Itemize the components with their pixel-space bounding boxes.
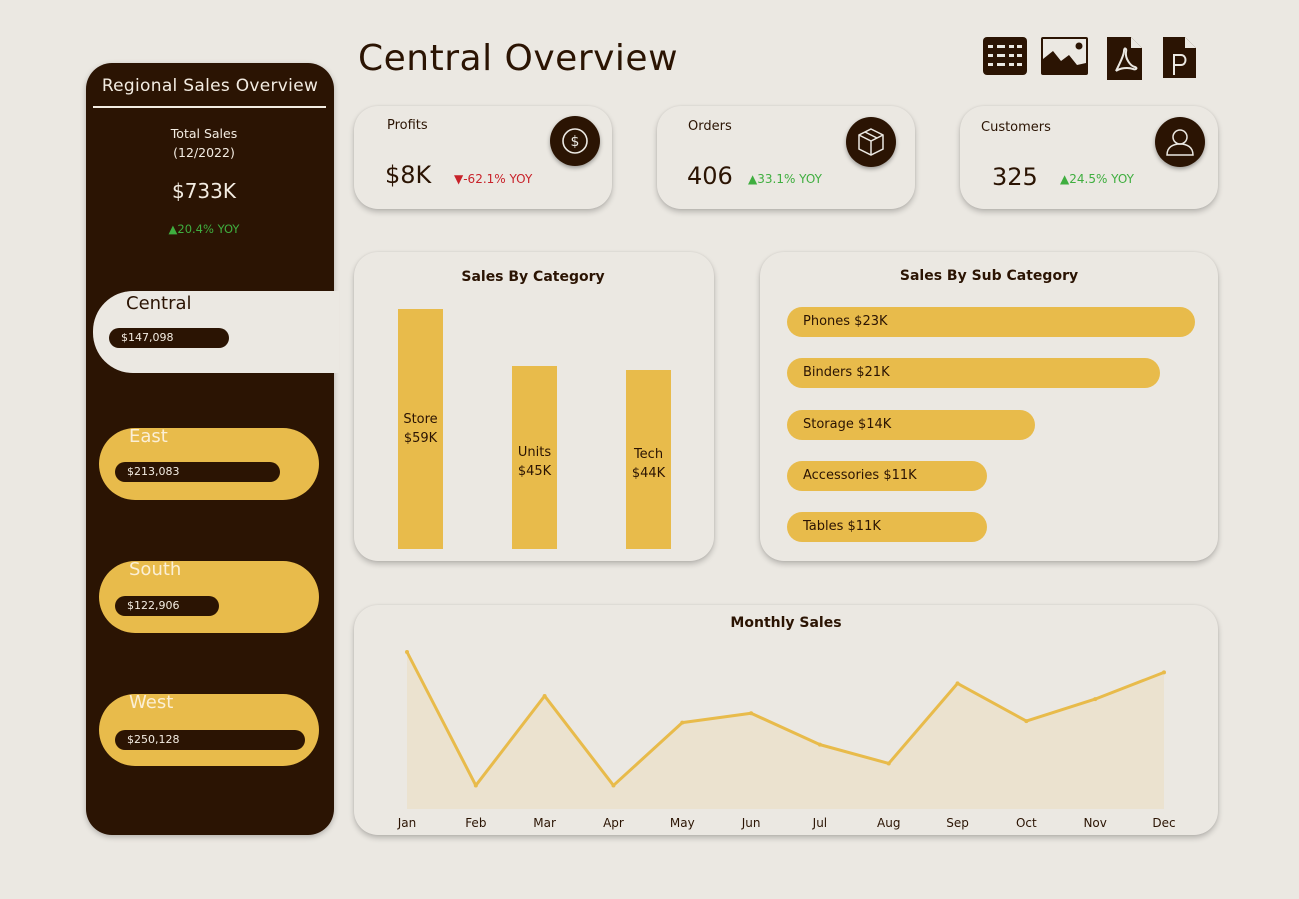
user-icon (1155, 117, 1205, 167)
powerpoint-export-icon[interactable] (1163, 37, 1197, 78)
monthly-sales-point[interactable] (1024, 719, 1029, 724)
region-item-west[interactable]: West $250,128 (99, 692, 319, 766)
monthly-sales-point[interactable] (817, 742, 822, 747)
chart-image-icon[interactable] (1041, 37, 1089, 77)
monthly-sales-chart (405, 650, 1166, 809)
kpi-yoy: ▼-62.1% YOY (454, 172, 533, 186)
total-sales-value: $733K (171, 179, 236, 203)
monthly-sales-point[interactable] (542, 693, 547, 698)
sidebar-divider (93, 106, 326, 108)
kpi-card-profits: Profits $8K ▼-62.1% YOY $ (354, 106, 612, 209)
region-name: South (129, 559, 182, 580)
box-icon (846, 117, 896, 167)
region-sales-bar: $250,128 (115, 730, 305, 750)
kpi-label: Profits (387, 118, 428, 133)
pdf-export-icon[interactable] (1107, 37, 1143, 80)
sub-category-bar[interactable]: Accessories $11K (787, 460, 987, 491)
region-item-south[interactable]: South $122,906 (99, 559, 319, 633)
table-view-icon[interactable] (983, 37, 1027, 77)
region-sales-bar: $147,098 (109, 328, 229, 348)
category-bar-label: Store $59K (403, 411, 438, 446)
month-tick-label: May (669, 816, 695, 830)
month-tick-label: Jan (397, 816, 417, 830)
panel-sales-by-category: Sales By Category Store $59K Units $45K Te… (354, 252, 714, 561)
month-tick-label: Sep (946, 816, 969, 830)
kpi-yoy: ▲33.1% YOY (748, 172, 822, 186)
month-tick-label: Mar (533, 816, 556, 830)
monthly-sales-point[interactable] (611, 783, 616, 788)
region-name: Central (126, 293, 192, 314)
kpi-value: 325 (992, 163, 1038, 191)
month-tick-label: Oct (1015, 816, 1037, 830)
month-tick-label: Feb (465, 816, 487, 830)
kpi-yoy: ▲24.5% YOY (1060, 172, 1134, 186)
region-name: East (129, 426, 168, 447)
month-tick-label: Dec (1152, 816, 1176, 830)
kpi-value: $8K (385, 161, 432, 189)
monthly-sales-point[interactable] (1162, 670, 1166, 675)
total-sales-yoy: ▲20.4% YOY (168, 222, 240, 236)
region-name: West (129, 692, 174, 713)
kpi-card-customers: Customers 325 ▲24.5% YOY (960, 106, 1218, 209)
sub-category-bar[interactable]: Tables $11K (787, 512, 987, 543)
kpi-label: Orders (688, 119, 732, 134)
kpi-value: 406 (687, 162, 733, 190)
region-item-central[interactable]: Central $147,098 (93, 291, 339, 373)
panel-sales-by-sub-category: Sales By Sub Category Phones $23K Binders… (760, 252, 1218, 561)
page-title: Central Overview (358, 38, 679, 79)
panel-monthly-sales: Monthly Sales Jan Feb Mar Apr May Jun Jul Aug Se… (354, 605, 1218, 835)
monthly-sales-point[interactable] (955, 681, 960, 686)
total-sales-label: Total Sales (12/2022) (170, 126, 238, 160)
dollar-icon: $ (550, 116, 600, 166)
region-item-east[interactable]: East $213,083 (99, 426, 319, 500)
kpi-card-orders: Orders 406 ▲33.1% YOY (657, 106, 915, 209)
sidebar-title: Regional Sales Overview (101, 76, 319, 96)
sub-category-bar[interactable]: Phones $23K (787, 307, 1195, 337)
kpi-label: Customers (981, 120, 1051, 135)
category-bar-label: Tech $44K (631, 447, 666, 482)
sub-category-bar[interactable]: Storage $14K (787, 409, 1036, 440)
month-tick-label: Aug (877, 816, 901, 830)
month-tick-label: Jul (812, 816, 828, 830)
region-sales-bar: $213,083 (115, 462, 280, 482)
month-tick-label: Apr (603, 816, 624, 830)
panel-title: Sales By Sub Category (899, 268, 1079, 284)
monthly-sales-point[interactable] (749, 711, 754, 716)
monthly-sales-point[interactable] (1093, 697, 1098, 702)
month-tick-label: Nov (1083, 816, 1107, 830)
monthly-sales-point[interactable] (473, 783, 478, 788)
month-tick-label: Jun (741, 816, 761, 830)
region-sales-bar: $122,906 (115, 596, 219, 616)
monthly-sales-point[interactable] (405, 650, 409, 654)
svg-text:$: $ (571, 134, 580, 150)
monthly-sales-point[interactable] (680, 720, 685, 725)
panel-title: Sales By Category (461, 269, 605, 285)
category-bar-label: Units $45K (517, 444, 552, 479)
sub-category-bar[interactable]: Binders $21K (787, 358, 1160, 389)
monthly-sales-point[interactable] (886, 761, 891, 766)
